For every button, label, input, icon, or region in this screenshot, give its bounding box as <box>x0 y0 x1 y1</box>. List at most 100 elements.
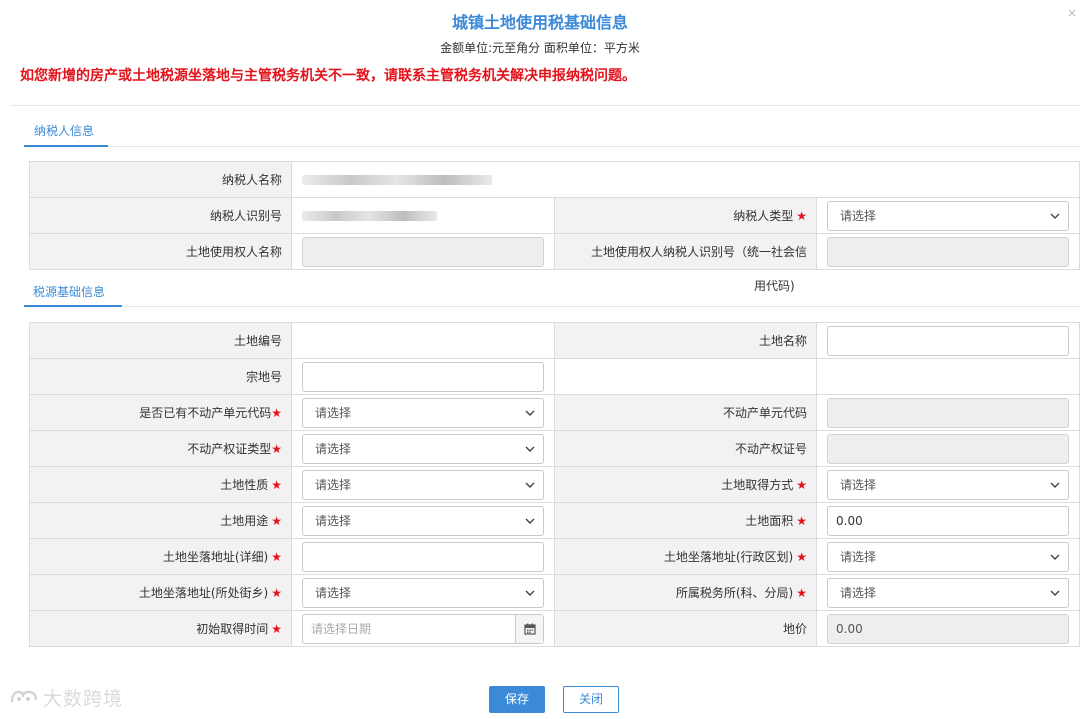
chevron-down-icon <box>525 590 535 596</box>
chevron-down-icon <box>1050 554 1060 560</box>
land-area-label-cell: 土地面积 ★ <box>554 502 817 539</box>
address-region-label-cell: 土地坐落地址(行政区划) ★ <box>554 538 817 575</box>
has-unit-code-label: 是否已有不动产单元代码 <box>139 406 272 420</box>
chevron-down-icon <box>525 482 535 488</box>
address-street-select[interactable]: 请选择 <box>302 577 544 608</box>
land-user-id-label: 土地使用权人纳税人识别号（统一社会信 <box>554 233 817 270</box>
chevron-down-icon <box>525 410 535 416</box>
calendar-icon[interactable] <box>515 614 543 643</box>
land-nature-label-cell: 土地性质 ★ <box>29 466 292 503</box>
unit-code-input <box>827 397 1069 428</box>
taxpayer-type-label-cell: 纳税人类型 ★ <box>554 197 817 234</box>
address-region-label: 土地坐落地址(行政区划) <box>663 550 794 564</box>
tax-office-label: 所属税务所(科、分局) <box>675 586 794 600</box>
empty-cell <box>554 358 817 395</box>
land-use-label: 土地用途 <box>220 514 269 528</box>
required-star: ★ <box>271 442 282 456</box>
initial-date-label: 初始取得时间 <box>196 622 269 636</box>
select-value: 请选择 <box>315 585 352 600</box>
cert-type-label-cell: 不动产权证类型★ <box>29 430 292 467</box>
land-nature-select[interactable]: 请选择 <box>302 469 544 500</box>
land-use-label-cell: 土地用途 ★ <box>29 502 292 539</box>
taxpayer-id-value <box>291 197 555 234</box>
required-star: ★ <box>271 586 282 600</box>
select-value: 请选择 <box>840 477 877 492</box>
required-star: ★ <box>271 406 282 420</box>
land-no-value <box>291 322 555 359</box>
tab-source-info[interactable]: 税源基础信息 <box>33 283 105 300</box>
parcel-no-input[interactable] <box>302 361 544 392</box>
watermark: 大数跨境 <box>9 684 123 711</box>
date-input[interactable]: 请选择日期 <box>303 615 515 643</box>
address-detail-label-cell: 土地坐落地址(详细) ★ <box>29 538 292 575</box>
tax-office-select[interactable]: 请选择 <box>827 577 1069 608</box>
required-star: ★ <box>796 209 807 223</box>
select-value: 请选择 <box>315 441 352 456</box>
land-name-label: 土地名称 <box>554 322 817 359</box>
select-value: 请选择 <box>315 477 352 492</box>
land-user-name-input <box>302 236 544 267</box>
source-info-table: 土地编号 土地名称 宗地号 是否已有不动产单元代码★ 请选择 不动产单元代码 不… <box>29 322 1080 647</box>
empty-cell <box>816 358 1080 395</box>
redacted-name <box>302 175 492 185</box>
chevron-down-icon <box>1050 482 1060 488</box>
taxpayer-info-table: 纳税人名称 纳税人识别号 纳税人类型 ★ 请选择 土地使用权人名称 土地使用权人纳… <box>29 161 1080 270</box>
address-street-label-cell: 土地坐落地址(所处街乡) ★ <box>29 574 292 611</box>
taxpayer-type-select[interactable]: 请选择 <box>827 200 1070 231</box>
required-star: ★ <box>796 478 807 492</box>
parcel-no-label: 宗地号 <box>29 358 292 395</box>
land-user-id-label-overflow: 用代码) <box>754 279 795 293</box>
tax-office-label-cell: 所属税务所(科、分局) ★ <box>554 574 817 611</box>
required-star: ★ <box>271 622 282 636</box>
land-area-label: 土地面积 <box>745 514 794 528</box>
cert-no-label: 不动产权证号 <box>554 430 817 467</box>
taxpayer-name-label: 纳税人名称 <box>29 161 292 198</box>
section-divider <box>24 306 1080 307</box>
has-unit-code-select[interactable]: 请选择 <box>302 397 544 428</box>
chevron-down-icon <box>1050 590 1060 596</box>
chevron-down-icon <box>525 518 535 524</box>
tab-taxpayer-info[interactable]: 纳税人信息 <box>34 122 94 139</box>
unit-code-label: 不动产单元代码 <box>554 394 817 431</box>
address-detail-input[interactable] <box>302 541 544 572</box>
has-unit-code-label-cell: 是否已有不动产单元代码★ <box>29 394 292 431</box>
acquire-method-label-cell: 土地取得方式 ★ <box>554 466 817 503</box>
cert-no-input <box>827 433 1069 464</box>
required-star: ★ <box>796 514 807 528</box>
required-star: ★ <box>796 586 807 600</box>
taxpayer-id-label: 纳税人识别号 <box>29 197 292 234</box>
cert-type-select[interactable]: 请选择 <box>302 433 544 464</box>
required-star: ★ <box>271 550 282 564</box>
acquire-method-select[interactable]: 请选择 <box>827 469 1069 500</box>
save-button[interactable]: 保存 <box>489 686 545 713</box>
taxpayer-type-label: 纳税人类型 <box>733 209 794 223</box>
watermark-logo-icon <box>10 690 38 702</box>
required-star: ★ <box>271 478 282 492</box>
select-value: 请选择 <box>840 549 877 564</box>
select-value: 请选择 <box>315 405 352 420</box>
watermark-text: 大数跨境 <box>43 688 124 710</box>
chevron-down-icon <box>525 446 535 452</box>
land-nature-label: 土地性质 <box>220 478 269 492</box>
required-star: ★ <box>796 550 807 564</box>
tab-underline <box>24 305 122 307</box>
address-street-label: 土地坐落地址(所处街乡) <box>138 586 269 600</box>
address-region-select[interactable]: 请选择 <box>827 541 1069 572</box>
select-value: 请选择 <box>840 585 877 600</box>
redacted-id <box>302 211 437 221</box>
dialog-title: 城镇土地使用税基础信息 <box>451 13 628 32</box>
taxpayer-name-value <box>290 161 1080 198</box>
land-use-select[interactable]: 请选择 <box>302 505 544 536</box>
initial-date-label-cell: 初始取得时间 ★ <box>29 610 292 647</box>
acquire-method-label: 土地取得方式 <box>721 478 794 492</box>
select-value: 请选择 <box>840 208 877 223</box>
initial-date-picker[interactable]: 请选择日期 <box>302 613 544 644</box>
land-area-input[interactable]: 0.00 <box>827 505 1069 536</box>
land-price-label: 地价 <box>554 610 817 647</box>
land-name-input[interactable] <box>827 325 1069 356</box>
divider <box>10 105 1080 106</box>
close-button[interactable]: 关闭 <box>563 686 619 713</box>
chevron-down-icon <box>1050 213 1060 219</box>
tab-underline <box>24 145 108 147</box>
required-star: ★ <box>271 514 282 528</box>
